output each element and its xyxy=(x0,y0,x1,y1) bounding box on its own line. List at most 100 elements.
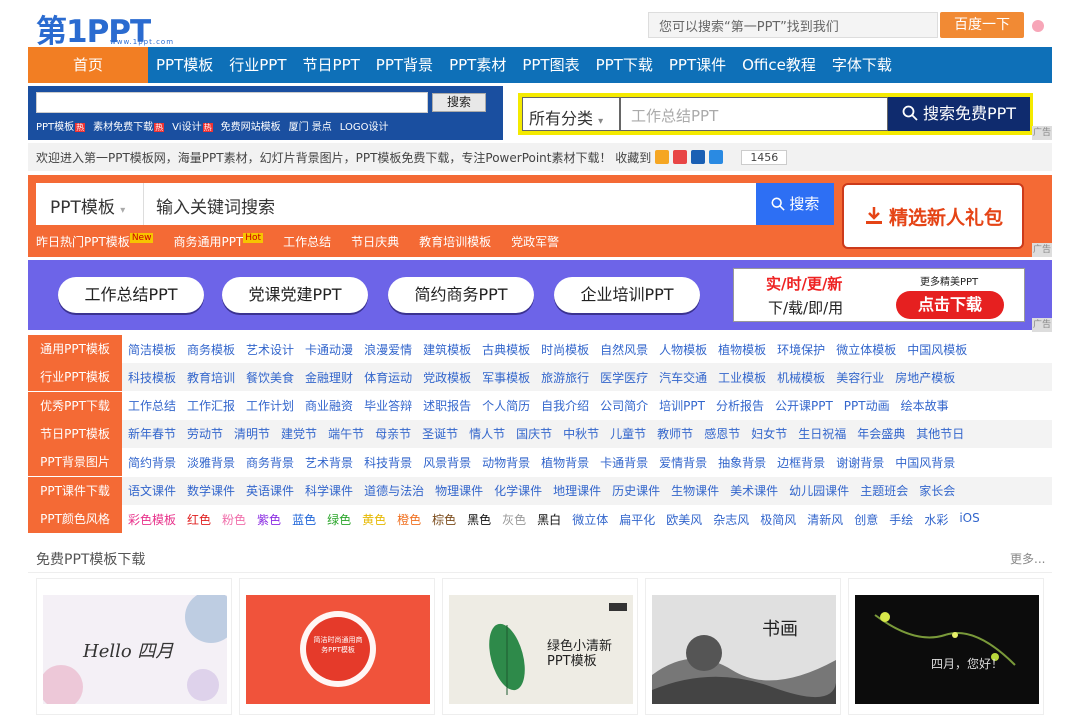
download-promo[interactable]: 实/时/更/新 下/载/即/用 更多精美PPT 点击下载 xyxy=(733,268,1025,322)
nav-home[interactable]: 首页 xyxy=(28,47,148,83)
type-select[interactable]: PPT模板 ▾ xyxy=(36,183,144,225)
topic-pill-business[interactable]: 简约商务PPT xyxy=(388,277,534,313)
category-head[interactable]: PPT背景图片 xyxy=(28,448,122,477)
category-link[interactable]: 新年春节 xyxy=(128,425,176,442)
topic-pill-work-summary[interactable]: 工作总结PPT xyxy=(58,277,204,313)
category-link[interactable]: 浪漫爱情 xyxy=(364,341,412,358)
category-link[interactable]: 中国风模板 xyxy=(907,341,967,358)
category-link[interactable]: 科学课件 xyxy=(305,482,353,499)
category-link[interactable]: 谢谢背景 xyxy=(836,454,884,471)
category-link[interactable]: 军事模板 xyxy=(482,369,530,386)
category-link[interactable]: 国庆节 xyxy=(516,425,552,442)
category-link[interactable]: 植物背景 xyxy=(541,454,589,471)
template-thumb[interactable]: 绿色小清新PPT模板 xyxy=(442,578,638,715)
category-head[interactable]: PPT颜色风格 xyxy=(28,505,122,533)
topic-pill-party[interactable]: 党课党建PPT xyxy=(222,277,368,313)
color-style-link[interactable]: 扁平化 xyxy=(619,511,655,528)
category-link[interactable]: 中国风背景 xyxy=(895,454,955,471)
category-link[interactable]: 餐饮美食 xyxy=(246,369,294,386)
category-link[interactable]: 商务模板 xyxy=(187,341,235,358)
category-link[interactable]: 医学医疗 xyxy=(600,369,648,386)
category-link[interactable]: 工业模板 xyxy=(718,369,766,386)
category-select[interactable]: 所有分类 ▾ xyxy=(522,97,620,131)
ad-search-input[interactable] xyxy=(36,92,428,113)
color-style-link[interactable]: 红色 xyxy=(187,511,211,528)
hot-link[interactable]: 工作总结 xyxy=(283,233,331,251)
nav-item-courseware[interactable]: PPT课件 xyxy=(661,47,734,83)
keyword-search-button[interactable]: 搜索 xyxy=(756,183,834,225)
click-download-button[interactable]: 点击下载 xyxy=(896,291,1004,319)
baidu-icon[interactable] xyxy=(691,150,706,164)
color-style-link[interactable]: 欧美风 xyxy=(666,511,702,528)
free-ppt-search-input[interactable]: 工作总结PPT xyxy=(620,97,888,131)
nav-item-industry[interactable]: 行业PPT xyxy=(221,47,294,83)
ad-link[interactable]: 厦门 景点 xyxy=(289,118,332,134)
category-link[interactable]: 家长会 xyxy=(919,482,955,499)
category-link[interactable]: 环境保护 xyxy=(777,341,825,358)
template-thumb[interactable]: Hello 四月 xyxy=(36,578,232,715)
top-search-input[interactable]: 您可以搜索“第一PPT”找到我们 xyxy=(648,12,938,38)
category-link[interactable]: 历史课件 xyxy=(612,482,660,499)
category-link[interactable]: 主题班会 xyxy=(860,482,908,499)
category-link[interactable]: 简约背景 xyxy=(128,454,176,471)
category-link[interactable]: 科技背景 xyxy=(364,454,412,471)
category-head[interactable]: 行业PPT模板 xyxy=(28,363,122,392)
category-link[interactable]: 科技模板 xyxy=(128,369,176,386)
color-style-link[interactable]: 粉色 xyxy=(222,511,246,528)
category-link[interactable]: 中秋节 xyxy=(563,425,599,442)
category-link[interactable]: 植物模板 xyxy=(718,341,766,358)
category-link[interactable]: 爱情背景 xyxy=(659,454,707,471)
category-link[interactable]: 汽车交通 xyxy=(659,369,707,386)
hot-link[interactable]: 教育培训模板 xyxy=(419,233,491,251)
category-link[interactable]: 教育培训 xyxy=(187,369,235,386)
weibo-icon[interactable] xyxy=(673,150,688,164)
category-link[interactable]: 时尚模板 xyxy=(541,341,589,358)
ad-search-button[interactable]: 搜索 xyxy=(432,93,486,112)
template-thumb[interactable]: 四月，您好！ xyxy=(848,578,1044,715)
color-style-link[interactable]: 微立体 xyxy=(572,511,608,528)
ad-link[interactable]: PPT模板热 xyxy=(36,118,86,134)
color-style-link[interactable]: 水彩 xyxy=(924,511,948,528)
category-link[interactable]: 淡雅背景 xyxy=(187,454,235,471)
category-link[interactable]: 英语课件 xyxy=(246,482,294,499)
category-link[interactable]: 生物课件 xyxy=(671,482,719,499)
color-style-link[interactable]: 彩色模板 xyxy=(128,511,176,528)
category-head[interactable]: 节日PPT模板 xyxy=(28,419,122,448)
more-link[interactable]: 更多... xyxy=(1010,550,1045,567)
category-link[interactable]: 圣诞节 xyxy=(422,425,458,442)
category-head[interactable]: 通用PPT模板 xyxy=(28,335,122,363)
category-link[interactable]: 化学课件 xyxy=(494,482,542,499)
category-link[interactable]: 公开课PPT xyxy=(775,397,833,414)
nav-item-background[interactable]: PPT背景 xyxy=(368,47,441,83)
category-link[interactable]: 党政模板 xyxy=(423,369,471,386)
nav-item-font[interactable]: 字体下载 xyxy=(824,47,900,83)
site-logo[interactable]: 第1PPT www.1ppt.com xyxy=(36,6,196,50)
category-link[interactable]: 建筑模板 xyxy=(423,341,471,358)
category-link[interactable]: 简洁模板 xyxy=(128,341,176,358)
category-link[interactable]: 道德与法治 xyxy=(364,482,424,499)
category-link[interactable]: 母亲节 xyxy=(375,425,411,442)
hot-link[interactable]: 节日庆典 xyxy=(351,233,399,251)
category-link[interactable]: 年会盛典 xyxy=(857,425,905,442)
color-style-link[interactable]: 蓝色 xyxy=(292,511,316,528)
ad-link[interactable]: Vi设计热 xyxy=(172,118,213,134)
category-link[interactable]: 美容行业 xyxy=(836,369,884,386)
category-link[interactable]: 教师节 xyxy=(657,425,693,442)
color-style-link[interactable]: 橙色 xyxy=(397,511,421,528)
hot-link[interactable]: 昨日热门PPT模板 New xyxy=(36,233,154,251)
category-link[interactable]: 古典模板 xyxy=(482,341,530,358)
category-link[interactable]: 商业融资 xyxy=(305,397,353,414)
category-link[interactable]: 妇女节 xyxy=(751,425,787,442)
category-link[interactable]: 物理课件 xyxy=(435,482,483,499)
category-link[interactable]: 自我介绍 xyxy=(541,397,589,414)
color-style-link[interactable]: 黑白 xyxy=(537,511,561,528)
category-link[interactable]: 绘本故事 xyxy=(901,397,949,414)
category-link[interactable]: 其他节日 xyxy=(916,425,964,442)
nav-item-chart[interactable]: PPT图表 xyxy=(514,47,587,83)
category-link[interactable]: 工作总结 xyxy=(128,397,176,414)
category-link[interactable]: 端午节 xyxy=(328,425,364,442)
color-style-link[interactable]: 黑色 xyxy=(467,511,491,528)
template-thumb[interactable]: 简洁时尚通用商务PPT模板 xyxy=(239,578,435,715)
category-head[interactable]: 优秀PPT下载 xyxy=(28,391,122,420)
category-link[interactable]: 卡通动漫 xyxy=(305,341,353,358)
